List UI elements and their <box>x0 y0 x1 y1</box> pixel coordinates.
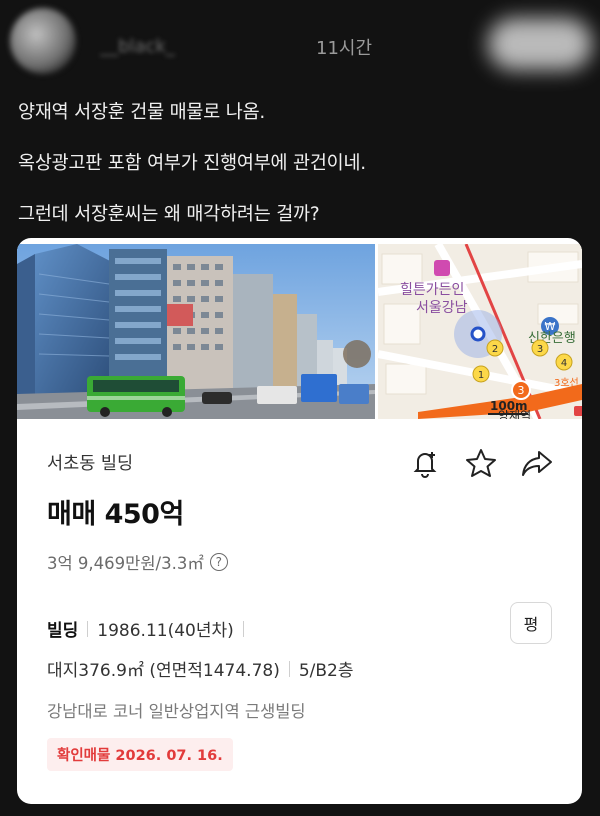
post-header: __black_ 11시간 <box>0 0 600 90</box>
listing-card[interactable]: ₩ 힐튼가든인 서울강남 신한은행 2 1 3 4 3 3호선 100m 양재역… <box>17 238 582 804</box>
street-photo-image <box>17 244 375 419</box>
map-line3-badge: 3 <box>518 384 525 397</box>
area-row: 대지376.9㎡ (연면적1474.78) 5/B2층 <box>47 656 354 681</box>
help-icon[interactable]: ? <box>209 553 228 571</box>
street-photo[interactable] <box>17 244 375 419</box>
divider <box>87 620 89 637</box>
map-station-label: 양재역 <box>498 409 531 419</box>
post-text-line-3: 그런데 서장훈씨는 왜 매각하려는 걸까? <box>18 204 320 225</box>
map-exit-2: 2 <box>492 344 498 355</box>
map-exit-4: 4 <box>561 358 567 369</box>
timestamp: 11시간 <box>316 38 373 59</box>
share-icon[interactable] <box>520 446 554 480</box>
listing-actions <box>408 446 554 480</box>
map-exit-1: 1 <box>478 370 484 381</box>
divider <box>288 660 290 677</box>
unit-price-row: 3억 9,469만원/3.3㎡ ? <box>47 550 228 574</box>
map-poi-line2: 서울강남 <box>416 300 468 316</box>
map-image: ₩ 힐튼가든인 서울강남 신한은행 2 1 3 4 3 3호선 100m 양재역 <box>378 244 582 419</box>
star-icon[interactable] <box>464 446 498 480</box>
divider <box>242 620 244 637</box>
map-line-label: 3호선 <box>554 377 579 389</box>
map-exit-3: 3 <box>537 344 543 355</box>
floors: 5/B2층 <box>298 661 354 681</box>
property-type: 빌딩 <box>47 621 79 641</box>
confirmed-listing-badge: 확인매물 2026. 07. 16. <box>47 738 233 771</box>
blurred-header-action[interactable] <box>488 18 592 70</box>
post-text-line-1: 양재역 서장훈 건물 매물로 나옴. <box>18 102 266 123</box>
username[interactable]: __black_ <box>100 36 300 56</box>
building-name: 서초동 빌딩 <box>47 454 134 474</box>
sale-price: 매매 450억 <box>47 499 184 530</box>
unit-price: 3억 9,469만원/3.3㎡ <box>47 554 204 573</box>
post-text-line-2: 옥상광고판 포함 여부가 진행여부에 관건이네. <box>18 153 366 174</box>
built-year: 1986.11(40년차) <box>97 621 234 641</box>
pyeong-toggle-button[interactable]: 평 <box>510 602 552 644</box>
location-map[interactable]: ₩ 힐튼가든인 서울강남 신한은행 2 1 3 4 3 3호선 100m 양재역 <box>378 244 582 419</box>
avatar[interactable] <box>10 8 76 74</box>
listing-info: 서초동 빌딩 매매 450억 3억 9,469만원/3.3㎡ ? 빌딩 1986… <box>17 420 582 804</box>
building-meta-row: 빌딩 1986.11(40년차) <box>47 616 253 641</box>
map-poi-line1: 힐튼가든인 <box>400 282 464 298</box>
listing-description: 강남대로 코너 일반상업지역 근생빌딩 <box>47 702 306 721</box>
bell-plus-icon[interactable] <box>408 446 442 480</box>
land-area: 대지376.9㎡ (연면적1474.78) <box>47 661 280 681</box>
